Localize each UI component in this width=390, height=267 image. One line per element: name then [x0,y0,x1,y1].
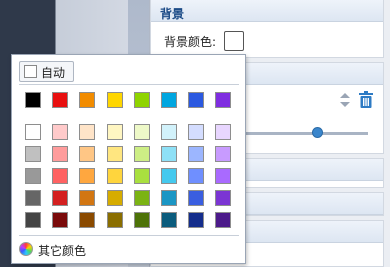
palette-color-swatch[interactable] [161,168,177,184]
palette-color-swatch[interactable] [188,168,204,184]
standard-color-swatch[interactable] [215,92,231,108]
palette-color-swatch[interactable] [52,190,68,206]
palette-color-swatch[interactable] [79,168,95,184]
slider-track[interactable] [243,132,368,135]
palette-color-swatch[interactable] [215,124,231,140]
palette-color-swatch[interactable] [134,124,150,140]
standard-color-swatch[interactable] [79,92,95,108]
palette-color-swatch[interactable] [25,168,41,184]
palette-color-swatch[interactable] [215,212,231,228]
palette-color-swatch[interactable] [215,190,231,206]
palette-color-swatch[interactable] [134,190,150,206]
separator [19,235,239,236]
palette-color-swatch[interactable] [107,168,123,184]
palette-color-swatch[interactable] [79,190,95,206]
palette-color-swatch[interactable] [161,124,177,140]
palette-color-swatch[interactable] [25,124,41,140]
color-picker-popup: 自动 其它颜色 [11,54,246,264]
palette-color-swatch[interactable] [107,124,123,140]
palette-color-swatch[interactable] [188,212,204,228]
trash-icon[interactable] [359,91,373,108]
bg-color-label: 背景颜色: [164,35,217,49]
standard-color-swatch[interactable] [25,92,41,108]
palette-color-swatch[interactable] [107,212,123,228]
standard-color-swatch[interactable] [134,92,150,108]
palette-color-swatch[interactable] [215,146,231,162]
bg-color-swatch-button[interactable] [224,31,244,51]
palette-color-swatch[interactable] [134,212,150,228]
palette-color-swatch[interactable] [25,190,41,206]
color-wheel-icon [19,242,33,256]
palette-color-swatch[interactable] [215,168,231,184]
palette-color-swatch[interactable] [107,190,123,206]
palette-color-swatch[interactable] [161,190,177,206]
more-colors-button[interactable]: 其它颜色 [19,239,139,259]
slider-thumb[interactable] [312,127,323,138]
palette-color-swatch[interactable] [188,190,204,206]
palette-color-swatch[interactable] [79,146,95,162]
palette-color-swatch[interactable] [52,124,68,140]
background-section: 背景 背景颜色: [150,0,384,58]
palette-color-swatch[interactable] [188,146,204,162]
standard-color-swatch[interactable] [107,92,123,108]
palette-color-swatch[interactable] [52,168,68,184]
palette-color-swatch[interactable] [161,146,177,162]
background-section-title: 背景 [160,7,185,21]
standard-color-swatch[interactable] [52,92,68,108]
palette-color-swatch[interactable] [79,124,95,140]
sort-arrows-icon[interactable] [340,93,350,107]
auto-color-label: 自动 [41,66,66,80]
bg-color-row: 背景颜色: [164,31,244,51]
palette-color-swatch[interactable] [107,146,123,162]
palette-color-swatch[interactable] [134,146,150,162]
auto-color-swatch [24,65,37,78]
palette-color-swatch[interactable] [52,146,68,162]
background-section-header[interactable]: 背景 [151,0,383,22]
palette-color-swatch[interactable] [79,212,95,228]
palette-color-swatch[interactable] [161,212,177,228]
separator [19,84,239,85]
palette-color-swatch[interactable] [134,168,150,184]
more-colors-label: 其它颜色 [38,244,87,258]
standard-color-swatch[interactable] [161,92,177,108]
auto-color-button[interactable]: 自动 [19,61,74,82]
palette-color-swatch[interactable] [52,212,68,228]
standard-color-swatch[interactable] [188,92,204,108]
palette-color-swatch[interactable] [25,212,41,228]
palette-color-swatch[interactable] [188,124,204,140]
palette-color-swatch[interactable] [25,146,41,162]
